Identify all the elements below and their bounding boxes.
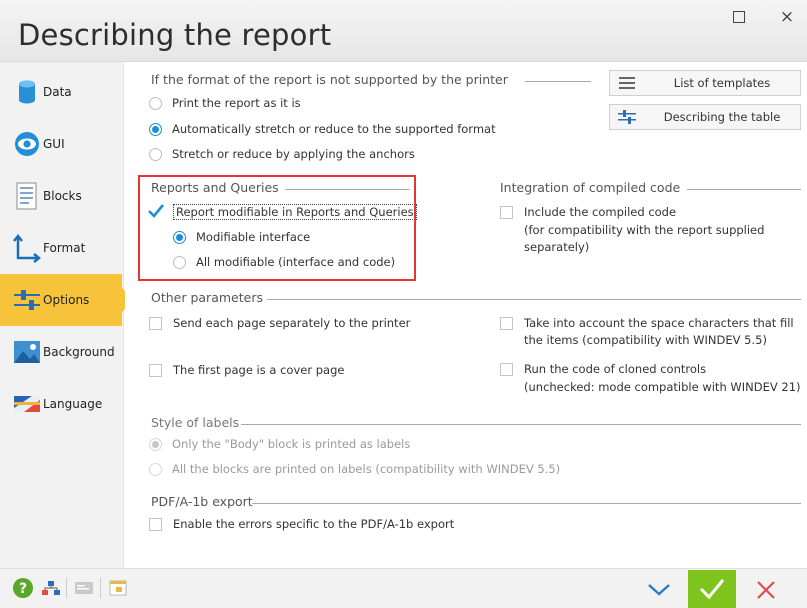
radio-button[interactable] bbox=[149, 147, 162, 161]
divider bbox=[252, 503, 801, 504]
checkbox[interactable] bbox=[149, 316, 162, 330]
radio-label: Only the "Body" block is printed as labe… bbox=[172, 437, 411, 451]
sidebar-item-gui[interactable]: GUI bbox=[0, 118, 124, 170]
sidebar-item-label: Format bbox=[43, 241, 86, 255]
help-icon[interactable]: ? bbox=[12, 577, 34, 599]
sidebar-item-data[interactable]: Data bbox=[0, 66, 124, 118]
eye-icon bbox=[15, 132, 39, 156]
window-icon[interactable] bbox=[107, 577, 129, 599]
sidebar-item-label: Options bbox=[43, 293, 90, 307]
sidebar-item-label: Blocks bbox=[43, 189, 82, 203]
checkbox-cover-page[interactable]: The first page is a cover page bbox=[149, 363, 344, 377]
collapse-button[interactable] bbox=[634, 573, 684, 607]
labels-section-title: Style of labels bbox=[151, 415, 240, 430]
radio-button[interactable] bbox=[149, 437, 162, 451]
options-sliders-icon bbox=[14, 290, 40, 310]
language-flag-icon bbox=[14, 396, 40, 412]
sidebar-item-label: Data bbox=[43, 85, 72, 99]
divider bbox=[267, 299, 801, 300]
sidebar-item-label: Background bbox=[43, 345, 115, 359]
maximize-icon bbox=[733, 11, 745, 23]
card-icon[interactable] bbox=[73, 577, 95, 599]
note-line: separately) bbox=[524, 240, 590, 254]
checkbox[interactable] bbox=[149, 517, 162, 531]
compiled-section-title: Integration of compiled code bbox=[500, 180, 681, 195]
close-icon bbox=[757, 581, 775, 599]
radio-auto-stretch[interactable]: Automatically stretch or reduce to the s… bbox=[149, 122, 496, 136]
radio-stretch-anchors[interactable]: Stretch or reduce by applying the anchor… bbox=[149, 147, 415, 161]
format-arrows-icon bbox=[13, 233, 42, 263]
radio-label: Stretch or reduce by applying the anchor… bbox=[172, 147, 415, 161]
radio-button[interactable] bbox=[149, 122, 162, 136]
sidebar-item-label: GUI bbox=[43, 137, 65, 151]
button-label: List of templates bbox=[673, 76, 771, 90]
format-section-title: If the format of the report is not suppo… bbox=[151, 72, 508, 87]
highlight-box bbox=[138, 175, 416, 281]
note-line: (for compatibility with the report suppl… bbox=[524, 223, 765, 237]
checkbox-label: Run the code of cloned controls bbox=[524, 362, 707, 376]
blocks-document-icon bbox=[16, 182, 37, 210]
window-title: Describing the report bbox=[18, 18, 332, 52]
radio-all-blocks[interactable]: All the blocks are printed on labels (co… bbox=[149, 462, 560, 476]
list-of-templates-button[interactable]: List of templates bbox=[609, 70, 801, 96]
radio-button[interactable] bbox=[149, 96, 162, 110]
sidebar-item-blocks[interactable]: Blocks bbox=[0, 170, 124, 222]
checkbox-label: Take into account the space characters t… bbox=[524, 316, 794, 330]
checkmark-icon bbox=[699, 579, 725, 600]
sidebar-item-options[interactable]: Options bbox=[0, 274, 134, 326]
close-button[interactable]: × bbox=[774, 6, 800, 28]
radio-label: Print the report as it is bbox=[172, 96, 301, 110]
divider bbox=[687, 189, 801, 190]
checkbox-pdf-errors[interactable]: Enable the errors specific to the PDF/A-… bbox=[149, 517, 454, 531]
table-sliders-icon bbox=[610, 109, 644, 125]
sidebar-item-background[interactable]: Background bbox=[0, 326, 124, 378]
checkbox[interactable] bbox=[500, 205, 513, 219]
chevron-down-icon bbox=[648, 584, 670, 596]
button-label: Describing the table bbox=[663, 110, 781, 124]
checkbox[interactable] bbox=[149, 363, 162, 377]
sidebar: Data GUI Blocks Format Options Backgroun… bbox=[0, 62, 134, 568]
title-bar: Describing the report × bbox=[0, 0, 807, 62]
radio-print-as-is[interactable]: Print the report as it is bbox=[149, 96, 301, 110]
other-section-title: Other parameters bbox=[151, 290, 263, 305]
space-characters-note: the items (compatibility with WINDEV 5.5… bbox=[524, 333, 767, 347]
checkbox-cloned-controls[interactable]: Run the code of cloned controls bbox=[500, 362, 706, 376]
checkbox-label: The first page is a cover page bbox=[173, 363, 345, 377]
describing-table-button[interactable]: Describing the table bbox=[609, 104, 801, 130]
radio-button[interactable] bbox=[149, 462, 162, 476]
cloned-controls-note: (unchecked: mode compatible with WINDEV … bbox=[524, 380, 801, 394]
separator bbox=[66, 578, 67, 598]
sidebar-item-label: Language bbox=[43, 397, 103, 411]
separator bbox=[100, 578, 101, 598]
radio-label: All the blocks are printed on labels (co… bbox=[172, 462, 561, 476]
radio-body-only[interactable]: Only the "Body" block is printed as labe… bbox=[149, 437, 410, 451]
options-panel: If the format of the report is not suppo… bbox=[125, 62, 807, 568]
sidebar-item-format[interactable]: Format bbox=[0, 222, 124, 274]
list-icon bbox=[610, 76, 644, 90]
pdf-section-title: PDF/A-1b export bbox=[151, 494, 253, 509]
ok-button[interactable] bbox=[688, 570, 736, 608]
background-image-icon bbox=[14, 341, 40, 363]
checkbox-space-characters[interactable]: Take into account the space characters t… bbox=[500, 316, 794, 330]
sidebar-item-language[interactable]: Language bbox=[0, 378, 124, 430]
divider bbox=[525, 81, 591, 82]
checkbox-label: Enable the errors specific to the PDF/A-… bbox=[173, 517, 455, 531]
compiled-note: (for compatibility with the report suppl… bbox=[524, 222, 764, 256]
bottom-toolbar: ? bbox=[0, 568, 807, 608]
checkbox-include-compiled[interactable]: Include the compiled code bbox=[500, 205, 676, 219]
hierarchy-icon[interactable] bbox=[40, 577, 62, 599]
checkbox[interactable] bbox=[500, 362, 513, 376]
divider bbox=[241, 424, 801, 425]
cancel-button[interactable] bbox=[742, 573, 790, 607]
database-icon bbox=[19, 80, 35, 104]
maximize-button[interactable] bbox=[726, 6, 752, 28]
checkbox[interactable] bbox=[500, 316, 513, 330]
svg-text:?: ? bbox=[19, 581, 27, 597]
checkbox-label: Include the compiled code bbox=[524, 205, 677, 219]
checkbox-label: Send each page separately to the printer bbox=[173, 316, 411, 330]
radio-label: Automatically stretch or reduce to the s… bbox=[172, 122, 496, 136]
checkbox-send-each-page[interactable]: Send each page separately to the printer bbox=[149, 316, 410, 330]
